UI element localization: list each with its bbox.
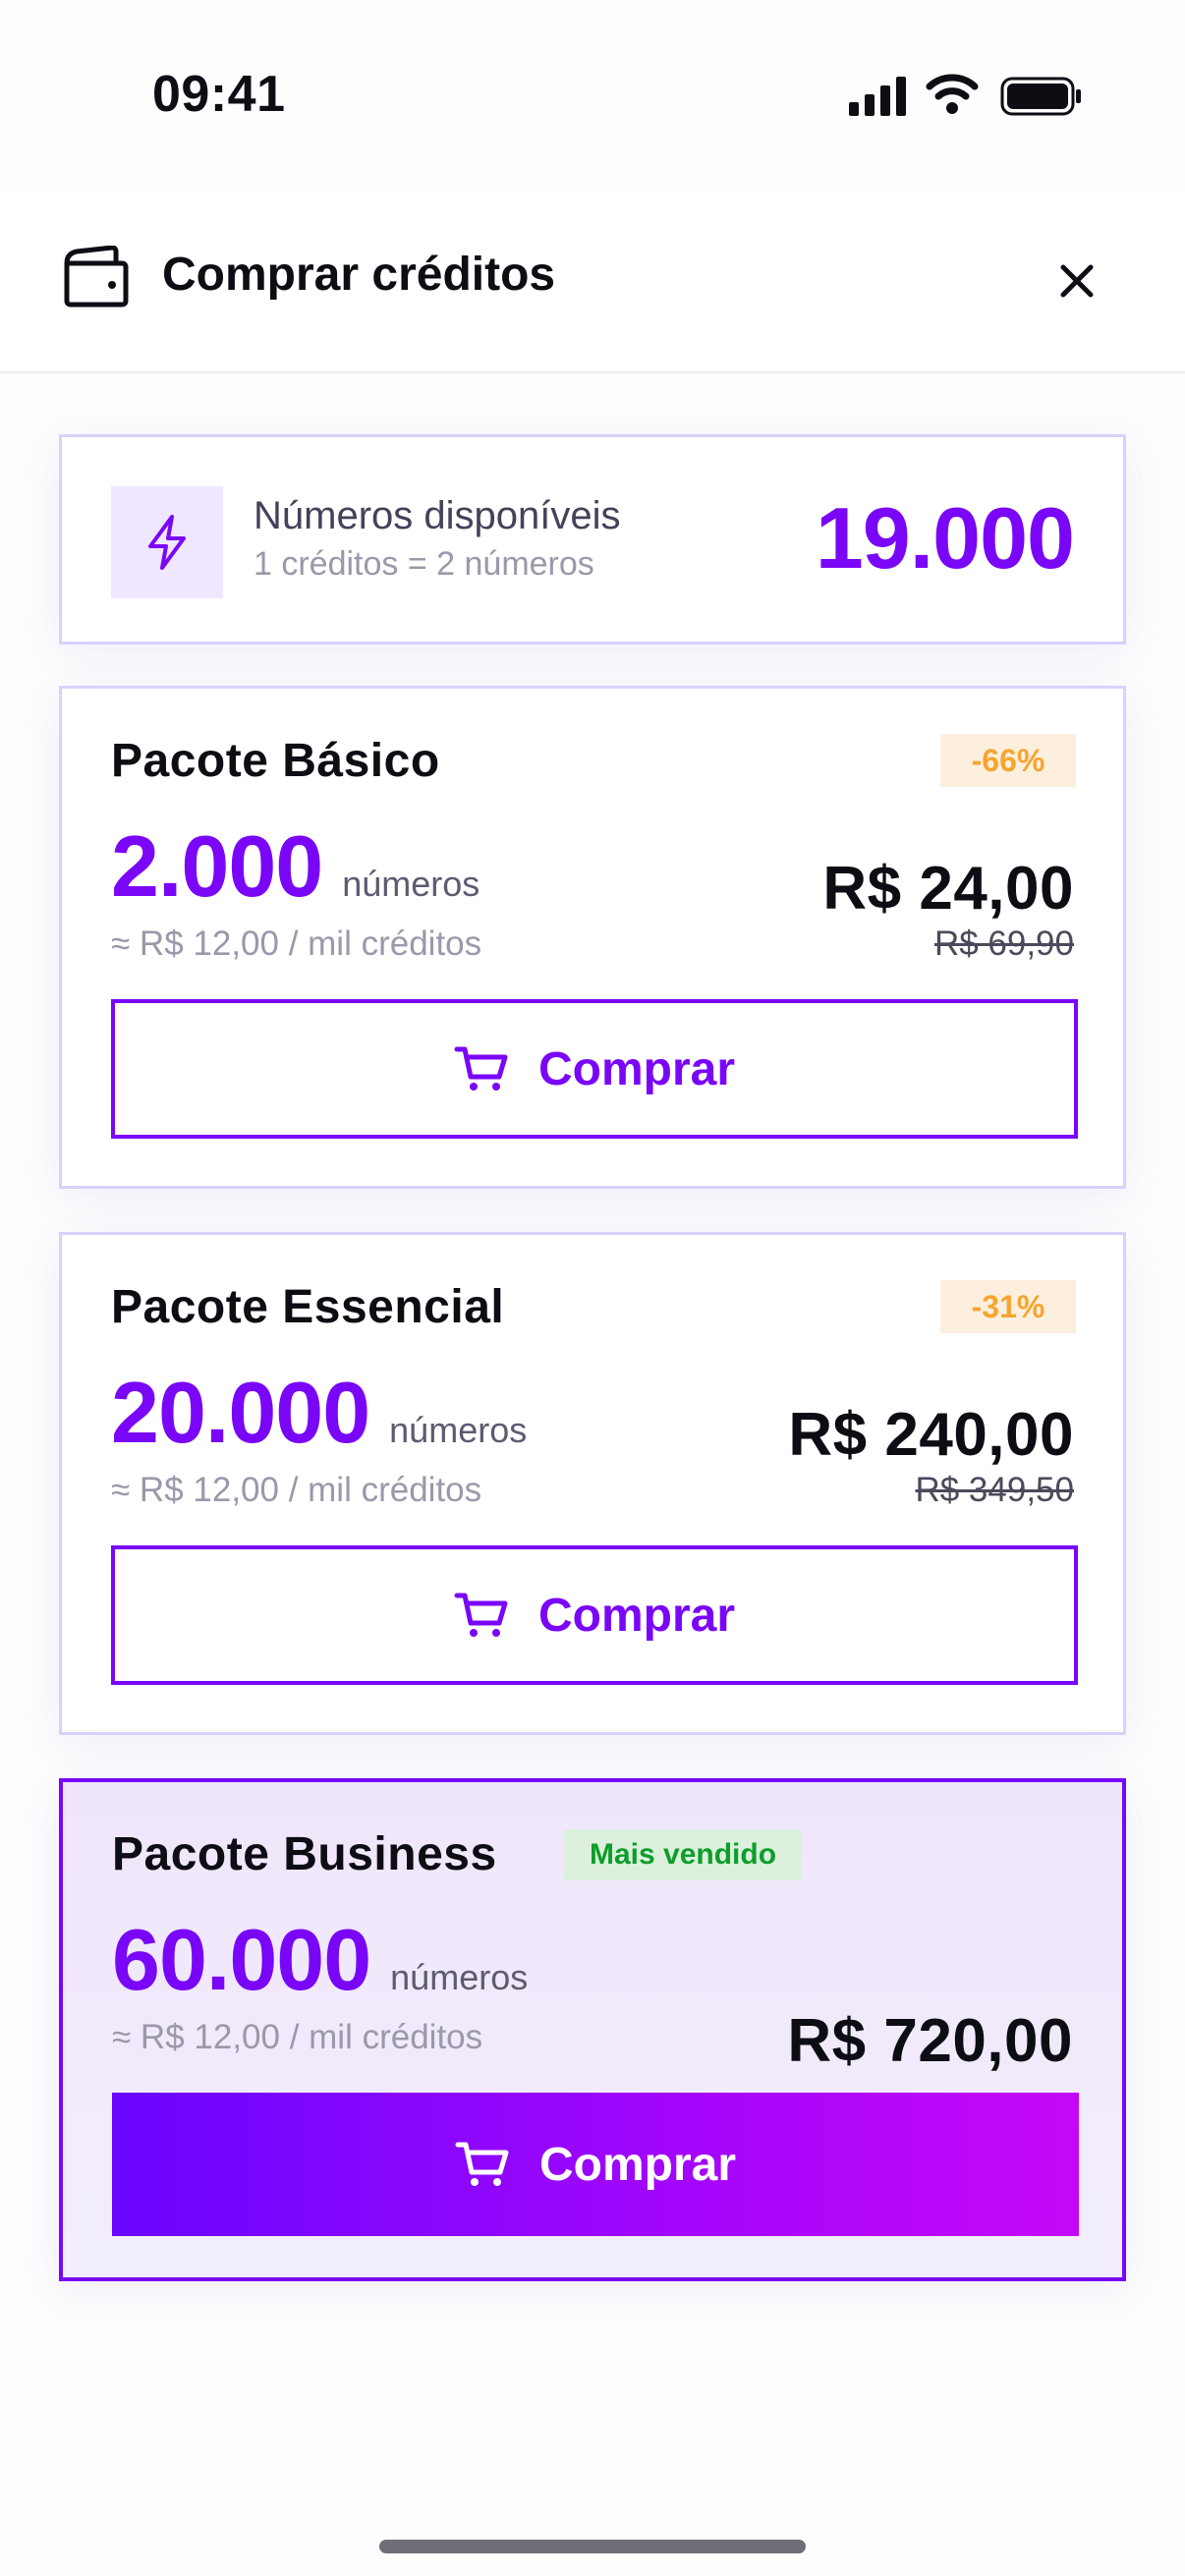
screen: 09:41 Comprar créditos Números disponíve… (0, 0, 1185, 2576)
package-old-price: R$ 349,50 (915, 1471, 1074, 1509)
package-card-essencial: Pacote Essencial -31% 20.000 números ≈ R… (59, 1232, 1126, 1735)
balance-value: 19.000 (815, 489, 1075, 587)
balance-conversion: 1 créditos = 2 números (254, 545, 594, 583)
page-title: Comprar créditos (162, 249, 556, 301)
amount-unit: números (390, 1957, 529, 1997)
package-price: R$ 24,00 (822, 855, 1074, 923)
package-card-business: Pacote Business Mais vendido 60.000 núme… (59, 1778, 1126, 2281)
amount-number: 60.000 (112, 1911, 371, 2008)
package-title: Pacote Básico (111, 735, 440, 787)
battery-icon (1000, 77, 1081, 116)
wifi-icon (926, 74, 979, 114)
package-title: Pacote Business (112, 1828, 497, 1880)
buy-button-business[interactable]: Comprar (112, 2093, 1079, 2236)
cart-icon (455, 2142, 509, 2186)
bolt-icon-box (111, 486, 223, 598)
cart-icon (454, 1593, 508, 1637)
package-price: R$ 720,00 (787, 2007, 1073, 2075)
package-rate: ≈ R$ 12,00 / mil créditos (112, 2018, 483, 2056)
package-old-price: R$ 69,90 (933, 924, 1074, 963)
buy-button-label: Comprar (537, 1042, 736, 1095)
buy-button-basico[interactable]: Comprar (111, 999, 1078, 1139)
status-bar: 09:41 (0, 0, 1185, 187)
balance-card: Números disponíveis 1 créditos = 2 númer… (59, 434, 1126, 644)
amount-number: 2.000 (111, 817, 323, 915)
package-amount: 20.000 números (111, 1363, 527, 1463)
close-icon[interactable] (1049, 253, 1104, 308)
header: Comprar créditos (0, 187, 1185, 373)
package-rate: ≈ R$ 12,00 / mil créditos (111, 1471, 482, 1509)
amount-unit: números (342, 864, 480, 904)
package-rate: ≈ R$ 12,00 / mil créditos (111, 924, 482, 963)
buy-button-essencial[interactable]: Comprar (111, 1545, 1078, 1685)
cellular-signal-icon (849, 77, 906, 116)
balance-label: Números disponíveis (254, 494, 621, 537)
home-indicator[interactable] (379, 2540, 806, 2553)
buy-button-label: Comprar (537, 1589, 736, 1642)
wallet-icon (64, 246, 129, 308)
bolt-icon (148, 515, 186, 570)
buy-button-label: Comprar (538, 2138, 737, 2191)
package-amount: 60.000 números (112, 1910, 528, 2010)
amount-number: 20.000 (111, 1364, 370, 1461)
best-seller-badge: Mais vendido (564, 1829, 803, 1880)
package-card-basico: Pacote Básico -66% 2.000 números ≈ R$ 12… (59, 686, 1126, 1189)
discount-badge: -31% (940, 1280, 1076, 1333)
package-price: R$ 240,00 (788, 1401, 1074, 1469)
package-title: Pacote Essencial (111, 1281, 505, 1333)
discount-badge: -66% (940, 734, 1076, 787)
cart-icon (454, 1046, 508, 1091)
package-amount: 2.000 números (111, 816, 480, 917)
amount-unit: números (389, 1410, 528, 1450)
status-time: 09:41 (152, 66, 286, 123)
